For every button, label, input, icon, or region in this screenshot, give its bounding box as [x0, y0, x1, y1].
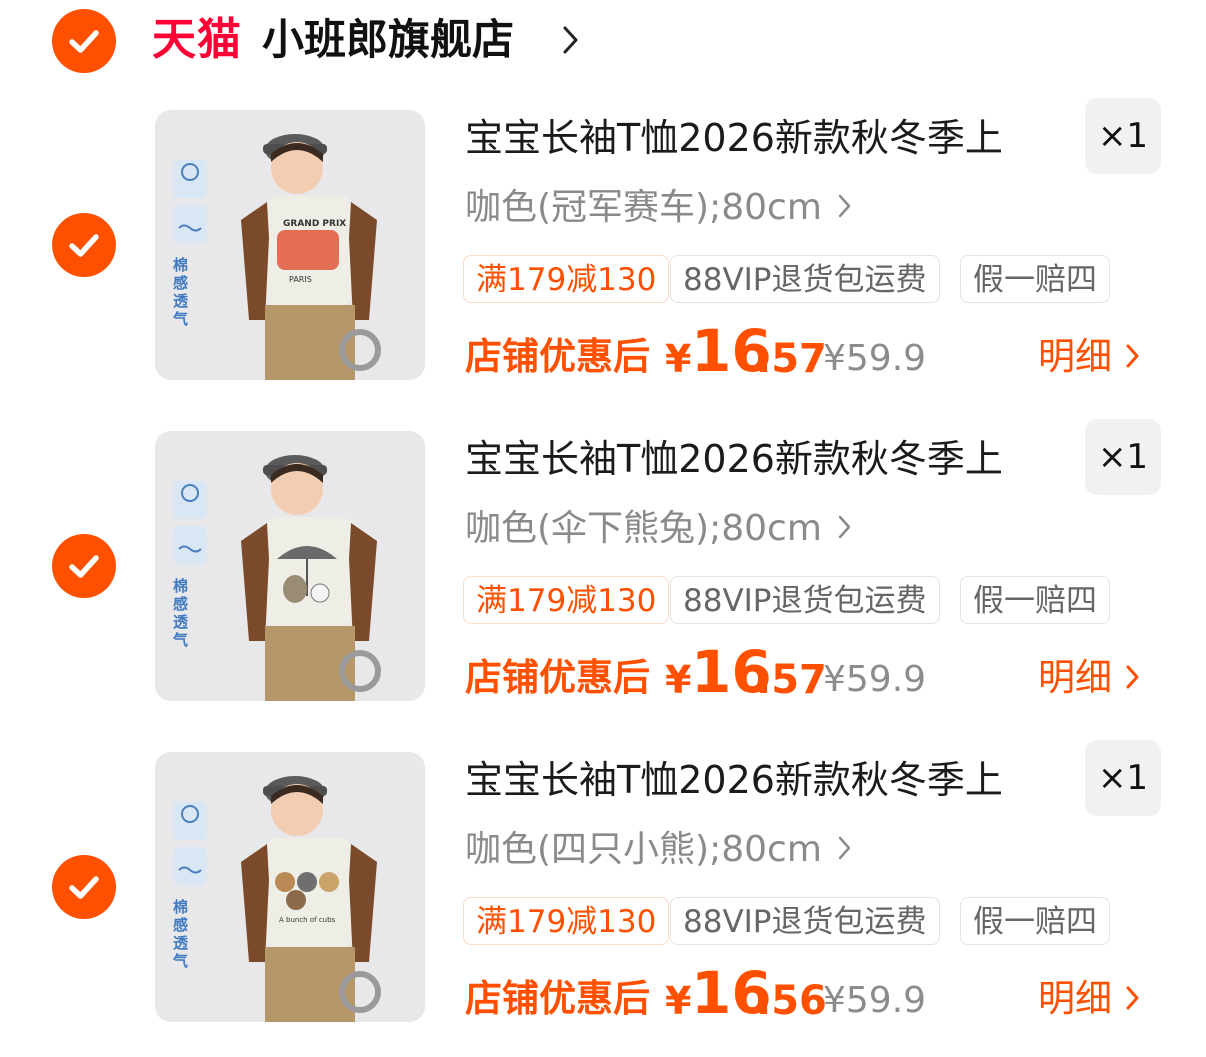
- service-tag: 88VIP退货包运费: [670, 255, 940, 303]
- svg-text:GRAND PRIX: GRAND PRIX: [283, 219, 346, 229]
- svg-text:透: 透: [173, 934, 189, 952]
- product-title[interactable]: 宝宝长袖T恤2026新款秋冬季上: [465, 754, 1003, 806]
- guarantee-tag: 假一赔四: [960, 576, 1110, 624]
- checkmark-icon: [69, 876, 99, 899]
- svg-text:气: 气: [172, 952, 188, 970]
- cart-item: 棉 感 透 气 宝宝长袖T恤2026新款秋冬季上 ×1 咖色(伞下熊兔);80c…: [0, 419, 1206, 731]
- price-decimal: .57: [756, 336, 827, 382]
- svg-text:感: 感: [173, 274, 188, 292]
- product-thumbnail[interactable]: 棉 感 透 气 A bunch of cubs: [155, 752, 425, 1022]
- product-thumbnail[interactable]: 棉 感 透 气: [155, 431, 425, 701]
- store-header: 天猫 小班郎旗舰店: [0, 0, 1206, 90]
- checkmark-icon: [69, 30, 99, 53]
- currency-symbol: ¥: [665, 337, 692, 381]
- svg-text:气: 气: [172, 310, 188, 328]
- detail-label: 明细: [1038, 977, 1112, 1020]
- variant-selector[interactable]: 咖色(冠军赛车);80cm: [465, 183, 854, 233]
- svg-text:感: 感: [173, 916, 188, 934]
- svg-text:棉: 棉: [173, 577, 188, 595]
- price-row: 店铺优惠后 ¥ 16 .56 ¥59.9 明细: [465, 960, 1165, 1032]
- variant-selector[interactable]: 咖色(四只小熊);80cm: [465, 825, 854, 875]
- item-select-checkbox[interactable]: [52, 534, 116, 598]
- promo-tag: 满179减130: [463, 576, 670, 624]
- product-image: 棉 感 透 气 GRAND PRIX PARIS: [155, 110, 425, 380]
- chevron-right-icon: [838, 194, 851, 218]
- svg-text:感: 感: [173, 595, 188, 613]
- quantity-stepper[interactable]: ×1: [1085, 419, 1161, 495]
- checkmark-icon: [69, 555, 99, 578]
- svg-text:透: 透: [173, 292, 189, 310]
- detail-label: 明细: [1038, 656, 1112, 699]
- detail-label: 明细: [1038, 335, 1112, 378]
- cart-item: 棉 感 透 气 GRAND PRIX PARIS 宝宝长袖T恤2026新款秋冬季…: [0, 98, 1206, 410]
- quantity-stepper[interactable]: ×1: [1085, 740, 1161, 816]
- variant-label: 咖色(伞下熊兔);80cm: [465, 508, 822, 549]
- variant-label: 咖色(四只小熊);80cm: [465, 829, 822, 870]
- currency-symbol: ¥: [665, 658, 692, 702]
- chevron-right-icon: [1126, 986, 1139, 1009]
- chevron-right-icon[interactable]: [560, 22, 582, 58]
- item-select-checkbox[interactable]: [52, 213, 116, 277]
- tmall-logo: 天猫: [152, 14, 242, 65]
- chevron-right-icon: [1126, 665, 1139, 688]
- store-name-link[interactable]: 小班郎旗舰店: [262, 12, 514, 68]
- product-image: 棉 感 透 气 A bunch of cubs: [155, 752, 425, 1022]
- service-tag: 88VIP退货包运费: [670, 897, 940, 945]
- store-select-checkbox[interactable]: [52, 9, 116, 73]
- price-detail-link[interactable]: 明细: [1038, 653, 1142, 703]
- guarantee-tag: 假一赔四: [960, 897, 1110, 945]
- price-row: 店铺优惠后 ¥ 16 .57 ¥59.9 明细: [465, 639, 1165, 711]
- checkmark-icon: [69, 234, 99, 257]
- svg-text:透: 透: [173, 613, 189, 631]
- price-detail-link[interactable]: 明细: [1038, 974, 1142, 1024]
- original-price: ¥59.9: [823, 659, 927, 700]
- price-decimal: .57: [756, 657, 827, 703]
- product-thumbnail[interactable]: 棉 感 透 气 GRAND PRIX PARIS: [155, 110, 425, 380]
- quantity-stepper[interactable]: ×1: [1085, 98, 1161, 174]
- svg-text:A bunch of cubs: A bunch of cubs: [279, 916, 336, 924]
- price-row: 店铺优惠后 ¥ 16 .57 ¥59.9 明细: [465, 318, 1165, 390]
- variant-selector[interactable]: 咖色(伞下熊兔);80cm: [465, 504, 854, 554]
- promo-tag: 满179减130: [463, 255, 670, 303]
- chevron-right-icon: [1126, 344, 1139, 367]
- discount-price-label: 店铺优惠后: [465, 977, 650, 1020]
- svg-text:棉: 棉: [173, 256, 188, 274]
- product-image: 棉 感 透 气: [155, 431, 425, 701]
- guarantee-tag: 假一赔四: [960, 255, 1110, 303]
- price-decimal: .56: [756, 978, 827, 1024]
- price-detail-link[interactable]: 明细: [1038, 332, 1142, 382]
- product-title[interactable]: 宝宝长袖T恤2026新款秋冬季上: [465, 433, 1003, 485]
- chevron-right-icon: [838, 836, 851, 860]
- discount-price-label: 店铺优惠后: [465, 335, 650, 378]
- product-title[interactable]: 宝宝长袖T恤2026新款秋冬季上: [465, 112, 1003, 164]
- promo-tag: 满179减130: [463, 897, 670, 945]
- service-tag: 88VIP退货包运费: [670, 576, 940, 624]
- chevron-right-icon: [838, 515, 851, 539]
- svg-text:棉: 棉: [173, 898, 188, 916]
- discount-price-label: 店铺优惠后: [465, 656, 650, 699]
- currency-symbol: ¥: [665, 979, 692, 1023]
- svg-text:气: 气: [172, 631, 188, 649]
- original-price: ¥59.9: [823, 338, 927, 379]
- original-price: ¥59.9: [823, 980, 927, 1021]
- svg-text:PARIS: PARIS: [289, 275, 312, 284]
- variant-label: 咖色(冠军赛车);80cm: [465, 187, 822, 228]
- cart-item: 棉 感 透 气 A bunch of cubs 宝宝长袖T恤2026新款秋冬季上…: [0, 740, 1206, 1052]
- item-select-checkbox[interactable]: [52, 855, 116, 919]
